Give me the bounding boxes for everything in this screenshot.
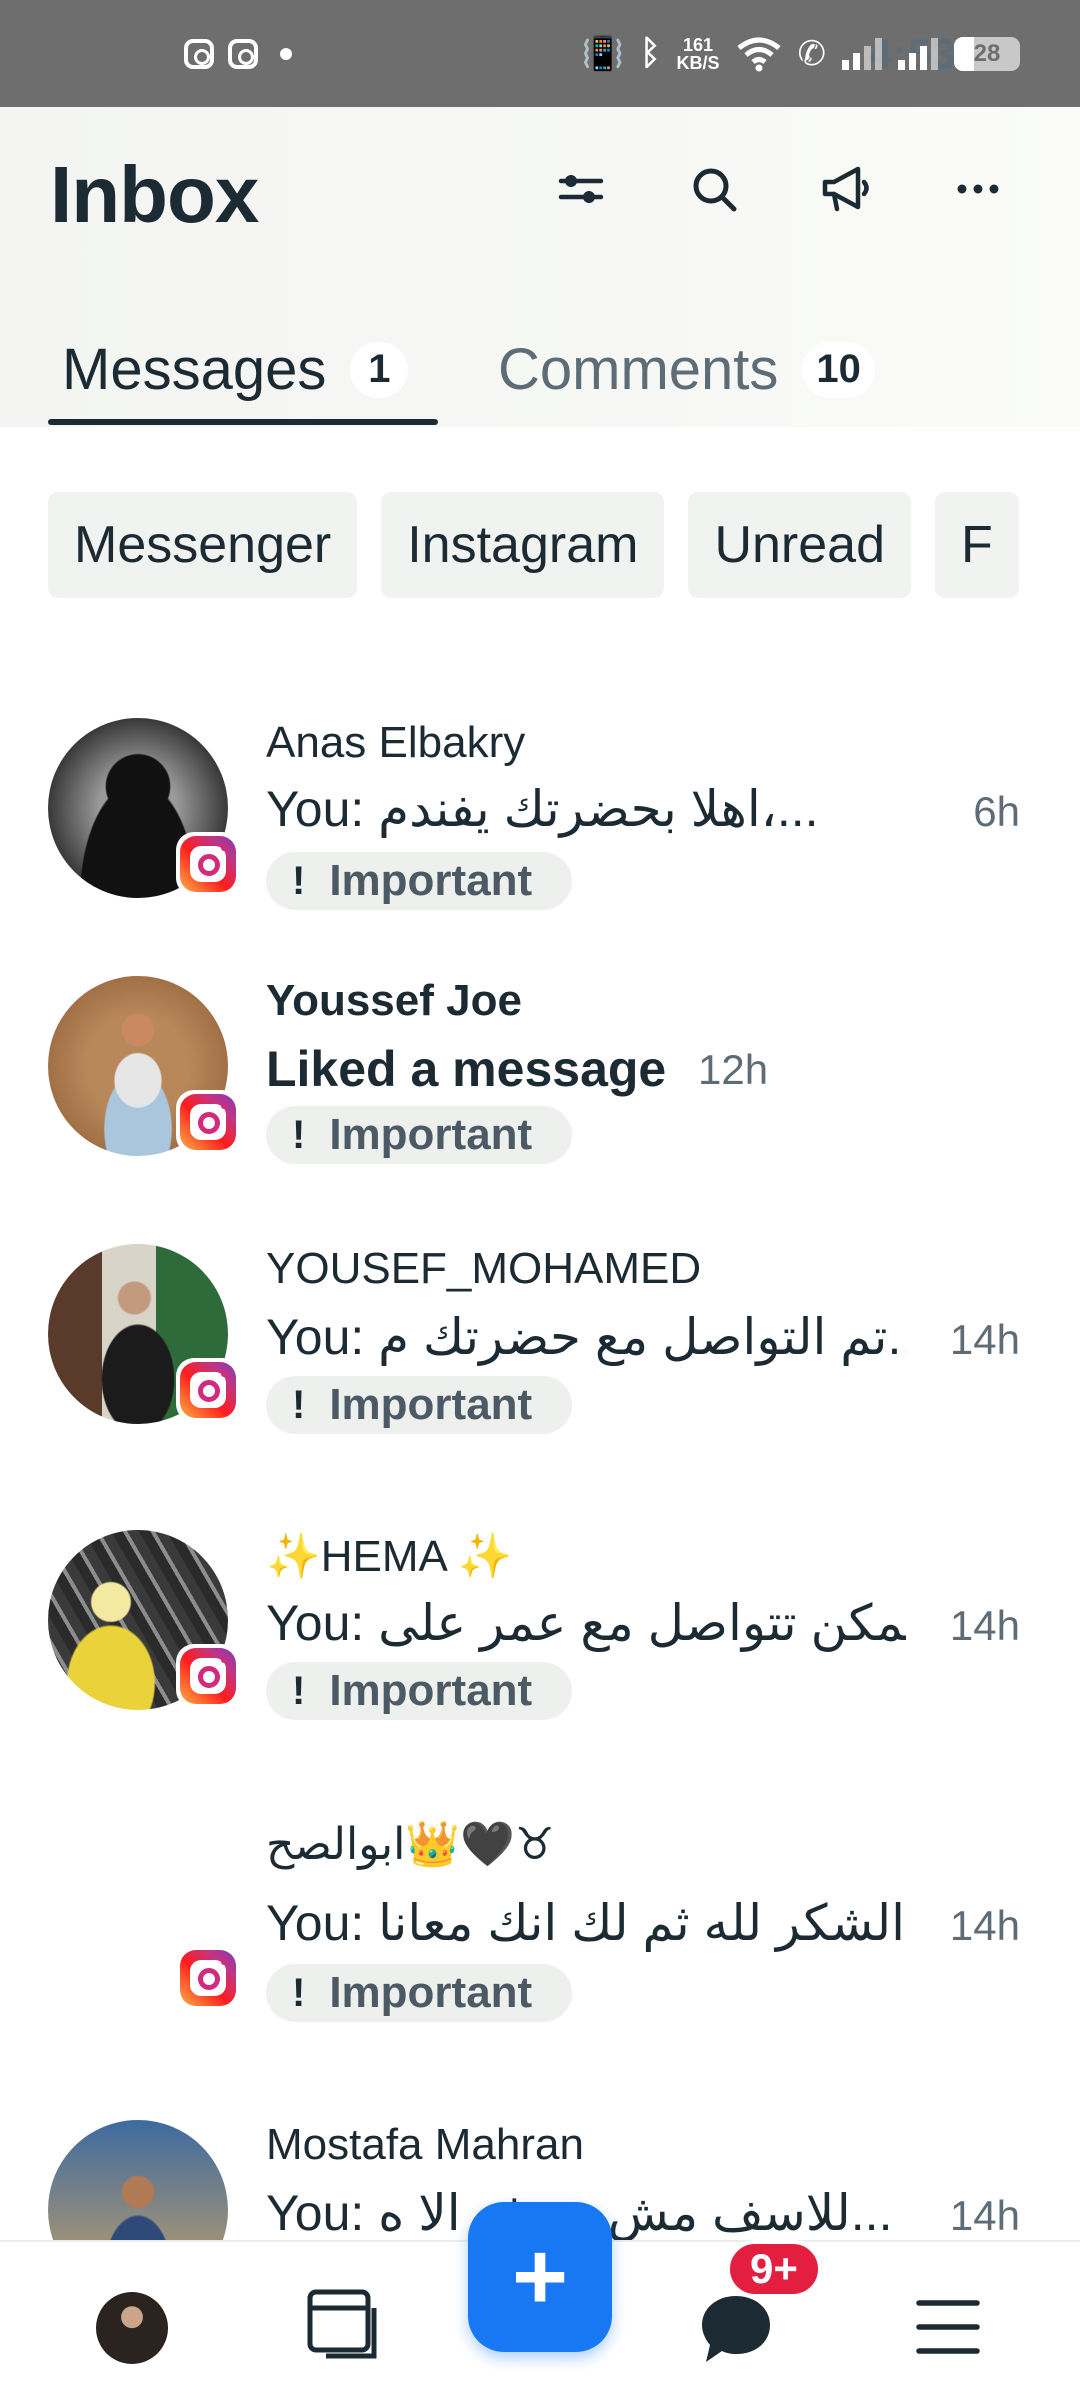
search-icon[interactable] [684, 159, 744, 219]
instagram-notification-icon [228, 38, 258, 69]
page-title: Inbox [50, 150, 259, 239]
exclamation-icon: ! [292, 1382, 306, 1427]
conversation-list: Anas Elbakry You: اهلا بحضرتك يفندم،... … [0, 660, 1080, 2240]
battery-level: 28 [973, 39, 1001, 67]
chat-notification-badge: 9+ [726, 2240, 822, 2298]
signal-strength-icon [898, 37, 938, 70]
instagram-icon [176, 1358, 240, 1422]
conversation-name: ابوالصح👑🖤♉ [266, 1820, 555, 1869]
status-bar: 4:53:43 📳 ᛒ 161 KB/S ✆ 28 [0, 0, 1080, 107]
battery-icon: 28 [954, 36, 1020, 71]
conversation-time: 6h [973, 788, 1020, 835]
conversation-time: 14h [949, 1316, 1020, 1363]
wifi-calling-icon: ✆ [797, 34, 827, 73]
tab-comments[interactable]: Comments 10 [498, 312, 875, 427]
instagram-icon [176, 1644, 240, 1708]
network-speed-unit: KB/S [676, 52, 720, 73]
conversation-row[interactable]: Anas Elbakry You: اهلا بحضرتك يفندم،... … [0, 688, 1080, 928]
network-speed: 161 KB/S [676, 36, 719, 72]
tab-messages-label: Messages [62, 337, 327, 402]
conversation-row[interactable]: YOUSEF_MOHAMED You: تم التواصل مع حضرتك … [0, 1244, 1080, 1484]
instagram-notification-icon [184, 38, 214, 69]
exclamation-icon: ! [292, 858, 306, 903]
conversation-preview: You: ممكن تتواصل مع عمر على... [266, 1595, 906, 1651]
conversation-time: 12h [698, 1046, 769, 1093]
avatar [48, 2120, 228, 2240]
important-label: ! Important [266, 852, 572, 910]
more-notifications-dot-icon [280, 47, 292, 60]
chip-messenger[interactable]: Messenger [48, 492, 358, 598]
important-label-text: Important [329, 1380, 533, 1429]
wifi-icon [736, 37, 781, 71]
conversation-name: YOUSEF_MOHAMED [266, 1244, 702, 1293]
conversation-name: ✨HEMA ✨ [266, 1532, 513, 1581]
important-label: ! Important [266, 1376, 572, 1434]
conversation-preview: You: اهلا بحضرتك يفندم،... [266, 781, 819, 837]
instagram-icon [176, 1090, 240, 1154]
feed-icon[interactable] [304, 2286, 380, 2367]
conversation-time: 14h [949, 1602, 1020, 1649]
more-icon[interactable] [948, 159, 1008, 219]
conversation-row[interactable]: ✨HEMA ✨ You: ممكن تتواصل مع عمر على... 1… [0, 1530, 1080, 1770]
filter-chips: Messenger Instagram Unread F [48, 492, 1032, 598]
tab-comments-count-badge: 10 [802, 341, 875, 398]
conversation-time: 14h [949, 1902, 1020, 1949]
conversation-row[interactable]: Youssef Joe Liked a message 12h ! Importa… [0, 976, 1080, 1216]
status-system-icons: 📳 ᛒ 161 KB/S ✆ 28 [582, 0, 1020, 107]
create-button[interactable]: + [468, 2202, 612, 2352]
chat-icon[interactable] [698, 2292, 774, 2371]
exclamation-icon: ! [292, 1112, 306, 1157]
selected-tab-indicator [48, 419, 438, 425]
important-label: ! Important [266, 1106, 572, 1164]
signal-strength-icon [842, 37, 882, 70]
instagram-icon [176, 832, 240, 896]
chip-unread[interactable]: Unread [688, 492, 912, 598]
tab-comments-label: Comments [498, 337, 779, 402]
important-label: ! Important [266, 1662, 572, 1720]
profile-avatar[interactable] [96, 2292, 168, 2364]
important-label-text: Important [329, 1666, 533, 1715]
conversation-preview: Liked a message [266, 1041, 667, 1097]
chip-instagram[interactable]: Instagram [381, 492, 665, 598]
conversation-name: Mostafa Mahran [266, 2120, 584, 2169]
bottom-navigation: + 9+ [0, 2202, 1080, 2400]
chip-partial[interactable]: F [935, 492, 1019, 598]
conversation-preview: You: الشكر لله ثم لك انك معانا ... [266, 1895, 906, 1951]
exclamation-icon: ! [292, 1970, 306, 2015]
important-label-text: Important [329, 856, 533, 905]
status-notification-icons [184, 38, 292, 69]
tab-messages[interactable]: Messages 1 [62, 312, 409, 427]
network-speed-value: 161 [682, 34, 714, 55]
important-label-text: Important [329, 1968, 533, 2017]
menu-icon[interactable] [916, 2298, 980, 2361]
bluetooth-icon: ᛒ [640, 34, 661, 72]
filter-sliders-icon[interactable] [551, 159, 611, 219]
important-label-text: Important [329, 1110, 533, 1159]
important-label: ! Important [266, 1964, 572, 2022]
instagram-icon [176, 1946, 240, 2010]
conversation-time: 14h [949, 2192, 1020, 2239]
conversation-preview: You: تم التواصل مع حضرتك م... [266, 1309, 906, 1365]
conversation-name: Youssef Joe [266, 976, 522, 1025]
megaphone-icon[interactable] [816, 159, 876, 219]
vibrate-icon: 📳 [581, 34, 625, 73]
exclamation-icon: ! [292, 1668, 306, 1713]
tab-messages-count-badge: 1 [350, 341, 409, 398]
inbox-tabs: Messages 1 Comments 10 [0, 312, 1080, 427]
conversation-row[interactable]: ابوالصح👑🖤♉ You: الشكر لله ثم لك انك معان… [0, 1818, 1080, 2058]
inbox-header: Inbox Messages 1 Comments 10 [0, 107, 1080, 427]
conversation-name: Anas Elbakry [266, 718, 526, 767]
